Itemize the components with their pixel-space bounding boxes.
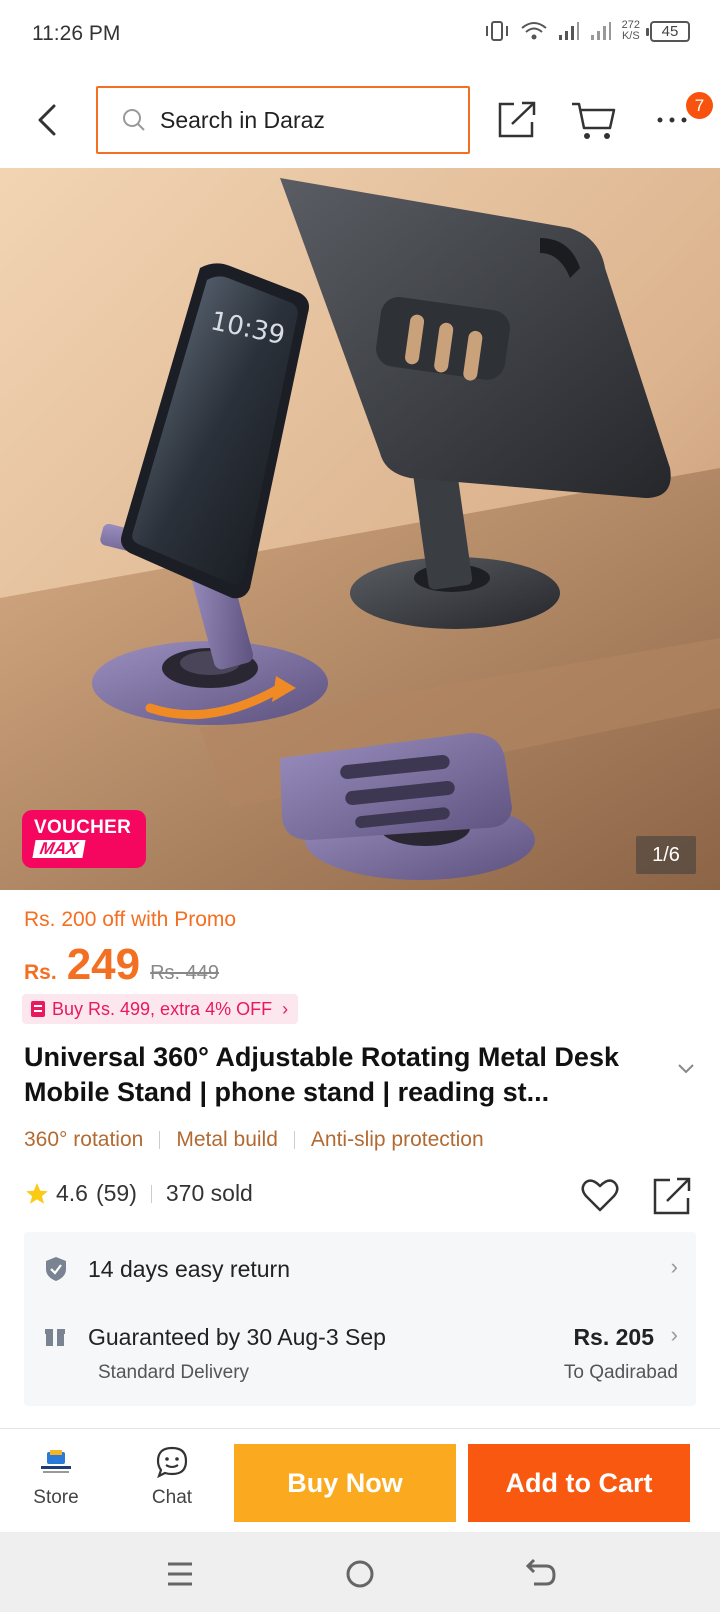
cart-count-badge: 7: [686, 92, 713, 119]
chevron-right-icon: ›: [670, 1254, 678, 1279]
search-placeholder: Search in Daraz: [160, 106, 325, 133]
price-row: Rs. 249 Rs. 449: [24, 940, 219, 990]
voucher-icon: [31, 1001, 45, 1017]
chevron-down-icon[interactable]: [676, 1062, 696, 1076]
product-title: Universal 360° Adjustable Rotating Metal…: [24, 1042, 619, 1107]
return-policy-row[interactable]: 14 days easy return ›: [24, 1232, 696, 1304]
buy-now-button[interactable]: Buy Now: [234, 1444, 456, 1522]
share-icon[interactable]: [652, 1176, 692, 1216]
menu-icon[interactable]: [160, 1554, 200, 1594]
store-logo-icon: [41, 1450, 71, 1473]
extra-offer-banner[interactable]: Buy Rs. 499, extra 4% OFF ›: [22, 994, 299, 1024]
back-nav-icon[interactable]: [520, 1554, 560, 1594]
original-price: Rs. 449: [150, 962, 220, 984]
net-speed: 272 K/S: [621, 19, 640, 42]
current-price: 249: [66, 940, 141, 989]
vibrate-icon: [485, 21, 508, 41]
share-icon[interactable]: [496, 100, 538, 140]
feature-tag: 360° rotation: [24, 1128, 144, 1151]
signal-2-icon: [590, 22, 611, 40]
signal-icon: [558, 22, 579, 40]
delivery-location: To Qadirabad: [563, 1362, 678, 1383]
divider: [293, 1131, 295, 1149]
return-text: 14 days easy return: [88, 1256, 291, 1282]
divider: [159, 1131, 161, 1149]
home-icon[interactable]: [340, 1554, 380, 1594]
store-button[interactable]: Store: [20, 1448, 92, 1518]
feature-tag: Anti-slip protection: [310, 1128, 484, 1151]
rating-value: 4.6: [56, 1180, 88, 1206]
promo-text: Rs. 200 off with Promo: [24, 908, 237, 931]
search-icon: [123, 109, 145, 131]
product-photo: 10:39: [0, 168, 720, 890]
battery-icon: 45: [646, 20, 690, 42]
feature-tags: 360° rotation Metal build Anti-slip prot…: [24, 1128, 484, 1152]
shield-icon: [46, 1257, 66, 1281]
store-label: Store: [33, 1487, 79, 1508]
service-box: 14 days easy return › Guaranteed by 30 A…: [24, 1232, 696, 1406]
heart-icon[interactable]: [580, 1176, 620, 1214]
delivery-guarantee: Guaranteed by 30 Aug-3 Sep: [88, 1324, 386, 1350]
divider: [0, 1428, 720, 1429]
feature-tag: Metal build: [176, 1128, 278, 1151]
product-image[interactable]: 10:39 VOUCHER MAX 1/6: [0, 168, 720, 890]
star-icon: [26, 1182, 48, 1204]
review-count: (59): [95, 1180, 137, 1206]
price-currency: Rs.: [24, 961, 57, 984]
package-icon: [45, 1329, 65, 1346]
image-counter: 1/6: [636, 836, 696, 874]
search-input[interactable]: Search in Daraz: [96, 86, 470, 154]
cart-icon[interactable]: [570, 100, 616, 142]
status-bar: 11:26 PM 272 K/S 45: [0, 0, 720, 72]
status-icons: 272 K/S 45: [484, 20, 690, 42]
delivery-fee: Rs. 205: [573, 1324, 654, 1350]
rating-row[interactable]: 4.6 (59) 370 sold: [24, 1180, 253, 1207]
voucher-max-badge: VOUCHER MAX: [22, 810, 146, 868]
header: Search in Daraz 7: [0, 72, 720, 168]
chat-label: Chat: [151, 1487, 193, 1508]
extra-offer-label: Buy Rs. 499, extra 4% OFF: [52, 998, 273, 1019]
back-icon[interactable]: [30, 100, 66, 140]
divider: [150, 1184, 152, 1203]
chat-icon: [156, 1446, 188, 1479]
chat-button[interactable]: Chat: [136, 1446, 208, 1518]
status-time: 11:26 PM: [32, 22, 121, 45]
delivery-row[interactable]: Guaranteed by 30 Aug-3 Sep Rs. 205 › Sta…: [24, 1304, 696, 1404]
system-navigation-bar: [0, 1532, 720, 1612]
chevron-right-icon: ›: [670, 1322, 678, 1347]
delivery-type: Standard Delivery: [98, 1362, 250, 1383]
add-to-cart-button[interactable]: Add to Cart: [468, 1444, 690, 1522]
wifi-icon: [521, 22, 547, 40]
chevron-right-icon: ›: [282, 998, 289, 1019]
sold-count: 370 sold: [165, 1180, 253, 1206]
bottom-action-bar: Store Chat Buy Now Add to Cart: [0, 1430, 720, 1532]
